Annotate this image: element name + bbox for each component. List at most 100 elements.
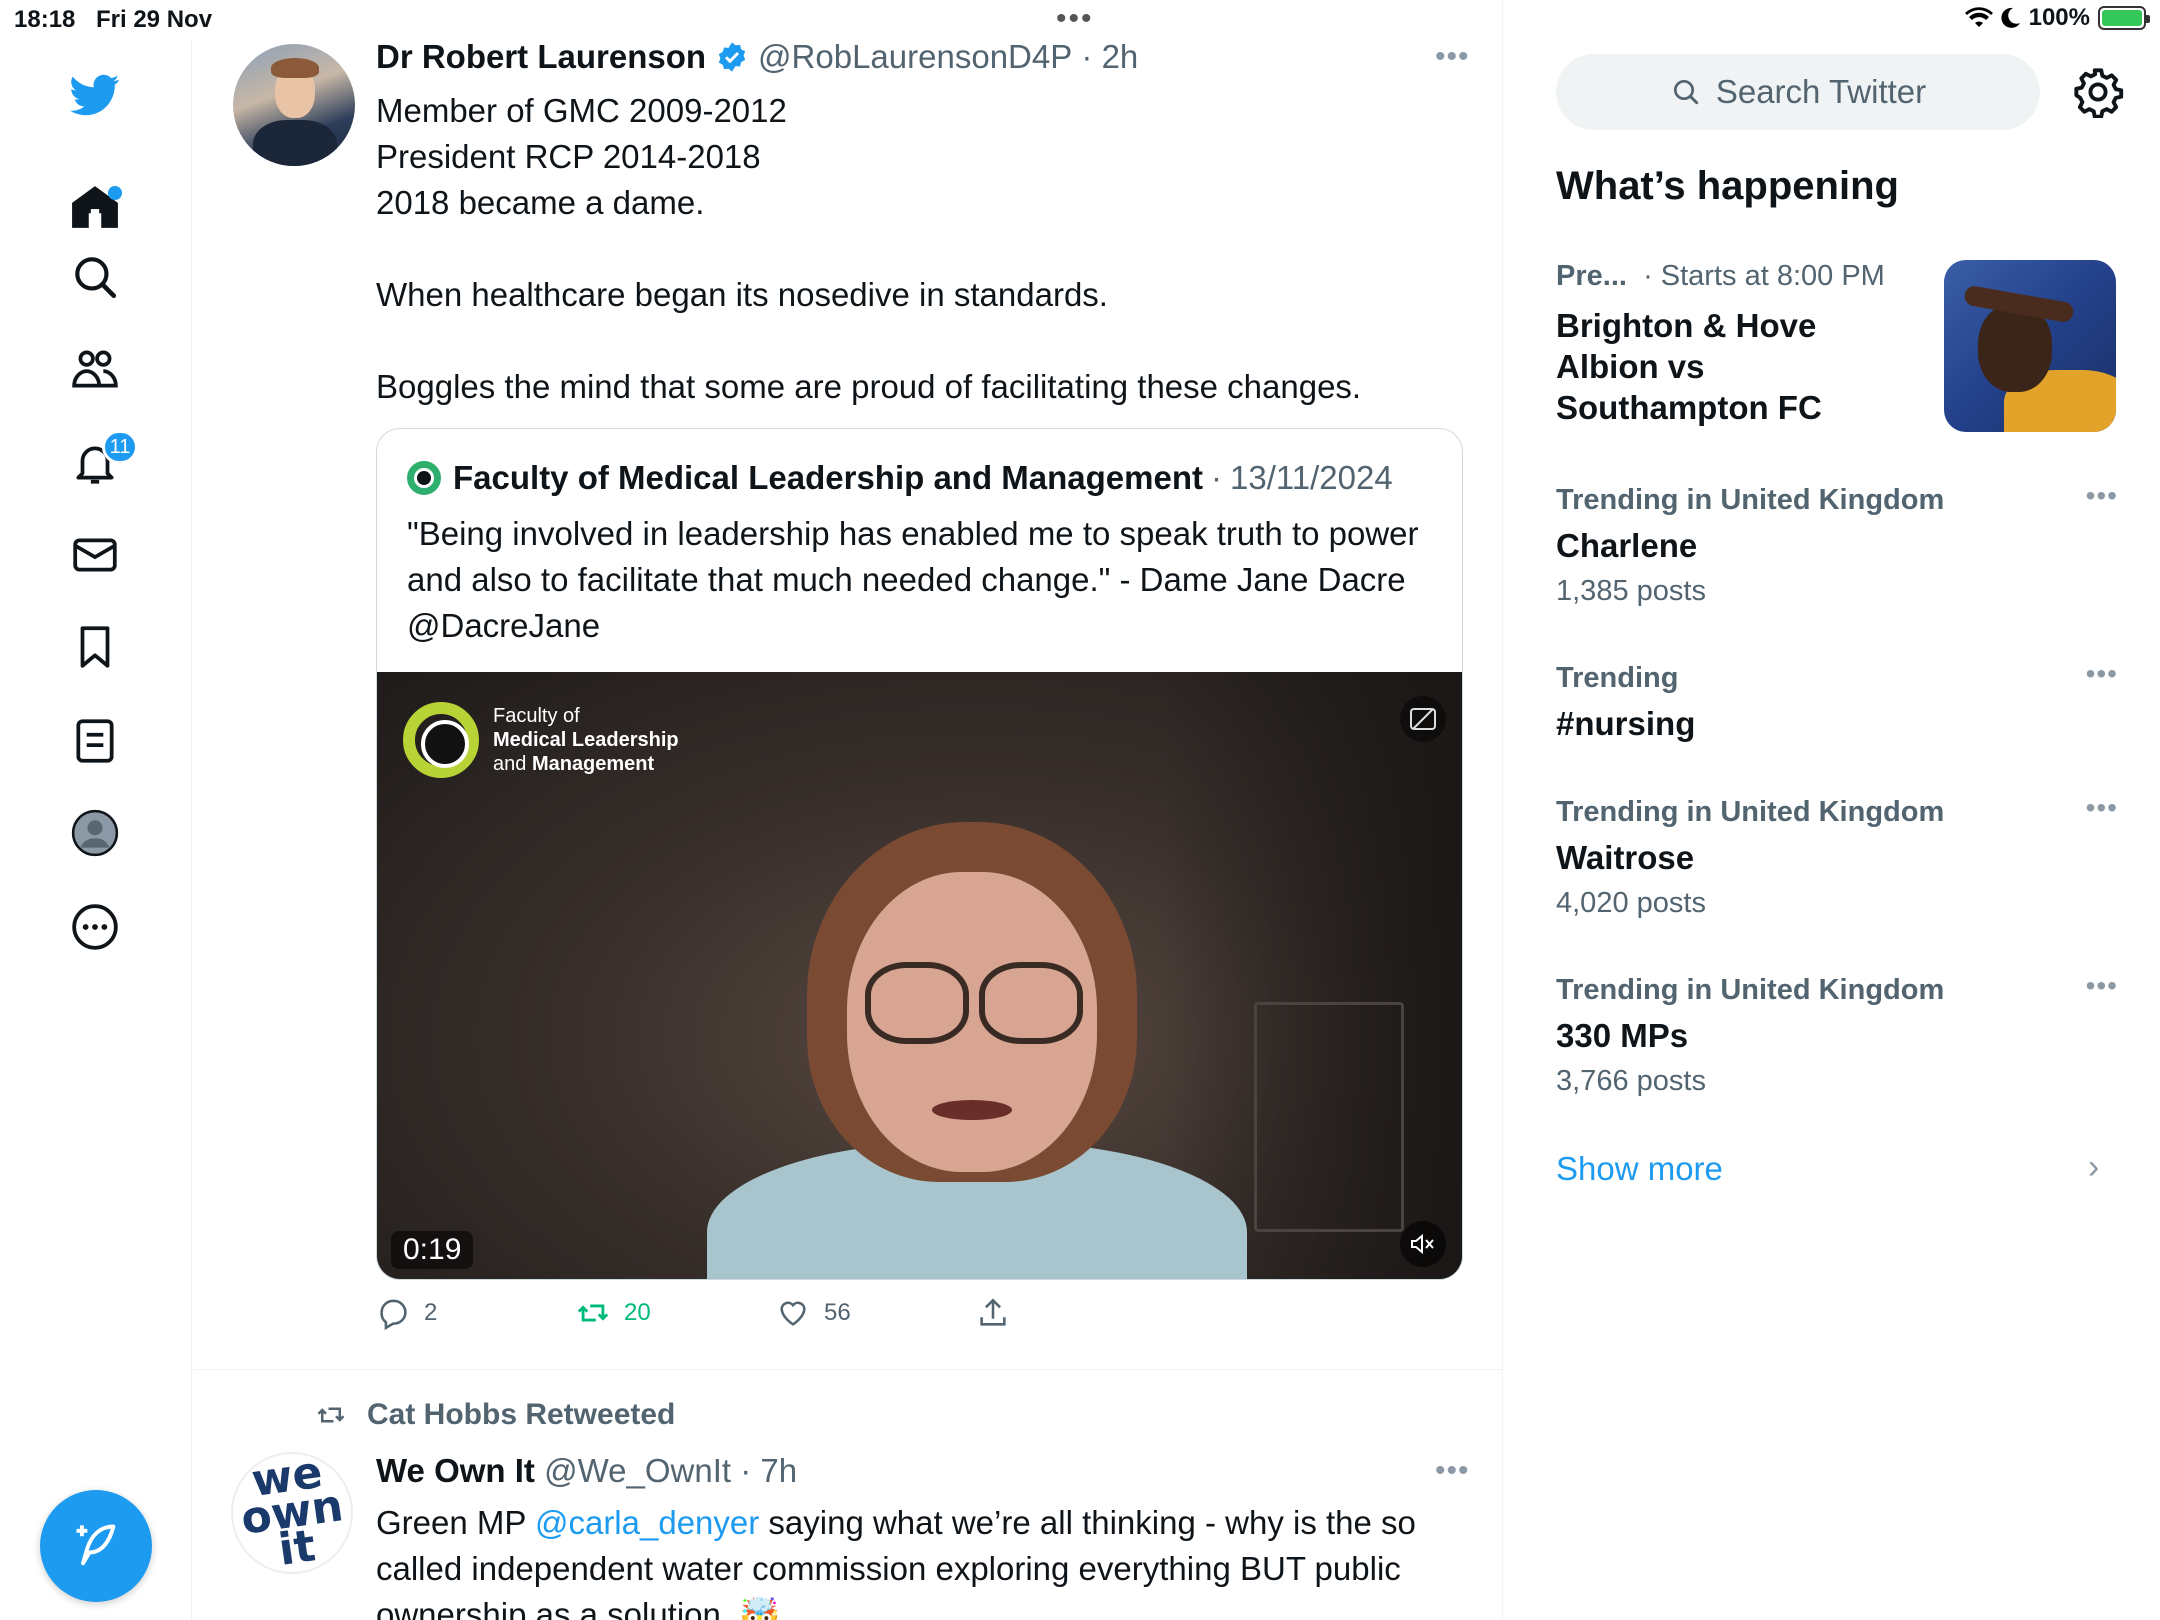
reply-icon bbox=[380, 1299, 407, 1330]
nav-explore[interactable] bbox=[60, 242, 130, 312]
watermark-line: Faculty of bbox=[493, 705, 580, 727]
quoted-tweet-header: Faculty of Medical Leadership and Manage… bbox=[407, 459, 1393, 497]
tweet-text: Member of GMC 2009-2012 President RCP 20… bbox=[376, 88, 1456, 410]
trend-count: 1,385 posts bbox=[1556, 575, 1706, 607]
trend-name: 330 MPs bbox=[1556, 1017, 1689, 1054]
trend-context: Trending bbox=[1556, 662, 1679, 694]
status-time: 18:18 bbox=[14, 6, 76, 33]
reply-count: 2 bbox=[424, 1299, 438, 1326]
trend-more-icon[interactable]: ••• bbox=[2086, 658, 2118, 690]
wifi-icon bbox=[1964, 7, 1993, 28]
tweet[interactable]: Dr Robert Laurenson @RobLaurensonD4P · 2… bbox=[193, 0, 1502, 1370]
quoted-tweet[interactable]: Faculty of Medical Leadership and Manage… bbox=[376, 428, 1463, 1280]
nav-communities[interactable] bbox=[60, 334, 130, 404]
nav-profile[interactable] bbox=[60, 798, 130, 868]
gear-icon[interactable] bbox=[2072, 66, 2124, 118]
profile-avatar-icon bbox=[71, 809, 119, 857]
retweet-button[interactable]: 20 bbox=[576, 1296, 776, 1330]
communities-icon bbox=[72, 350, 118, 388]
timeline[interactable]: Dr Robert Laurenson @RobLaurensonD4P · 2… bbox=[193, 0, 1503, 1620]
battery-percent: 100% bbox=[2028, 4, 2090, 31]
tweet-time[interactable]: 7h bbox=[760, 1452, 797, 1490]
tweet-time[interactable]: 2h bbox=[1102, 38, 1139, 76]
nav-notifications[interactable]: 11 bbox=[60, 428, 138, 498]
bookmark-icon bbox=[80, 626, 110, 668]
whats-happening-title: What’s happening bbox=[1556, 164, 1899, 208]
verified-badge-icon bbox=[718, 42, 746, 72]
nav-lists[interactable] bbox=[60, 706, 130, 776]
tweet-header: We Own It @We_OwnIt · 7h bbox=[376, 1452, 797, 1490]
tweet-more-icon[interactable]: ••• bbox=[1435, 40, 1470, 74]
sidebar-right: Search Twitter What’s happening Pre... ·… bbox=[1504, 40, 2160, 1620]
search-icon bbox=[1673, 80, 1698, 105]
trend-context: Trending in United Kingdom bbox=[1556, 484, 1945, 516]
tweet[interactable]: Cat Hobbs Retweeted we own it We Own It … bbox=[193, 1370, 1502, 1620]
fmlm-ring-icon bbox=[403, 702, 479, 778]
reply-button[interactable]: 2 bbox=[376, 1296, 576, 1330]
trend-more-icon[interactable]: ••• bbox=[2086, 480, 2118, 512]
quoted-author-avatar bbox=[407, 461, 441, 495]
home-new-dot bbox=[108, 186, 122, 200]
author-handle[interactable]: @We_OwnIt bbox=[544, 1452, 731, 1490]
author-handle[interactable]: @RobLaurensonD4P bbox=[758, 38, 1072, 76]
retweeted-by: Cat Hobbs Retweeted bbox=[313, 1398, 675, 1432]
video-watermark-logo: Faculty of Medical Leadership and Manage… bbox=[403, 702, 679, 778]
trend-item[interactable]: Trending in United Kingdom Waitrose 4,02… bbox=[1556, 792, 2117, 920]
trend-item[interactable]: Trending in United Kingdom 330 MPs 3,766… bbox=[1556, 970, 2117, 1098]
mention-link[interactable]: @carla_denyer bbox=[535, 1504, 759, 1541]
author-avatar[interactable] bbox=[233, 44, 355, 166]
nav-messages[interactable] bbox=[60, 520, 130, 590]
retweet-count: 20 bbox=[624, 1299, 651, 1326]
captions-icon[interactable] bbox=[1400, 696, 1446, 742]
trend-count: 4,020 posts bbox=[1556, 887, 1706, 919]
show-more-link[interactable]: Show more bbox=[1556, 1150, 1723, 1188]
more-circle-icon bbox=[72, 904, 118, 950]
twitter-bird-icon bbox=[70, 74, 120, 116]
separator: · bbox=[731, 1452, 761, 1489]
separator: · bbox=[1211, 459, 1222, 496]
notifications-badge: 11 bbox=[102, 430, 138, 464]
author-avatar[interactable]: we own it bbox=[231, 1452, 353, 1574]
tweet-line: When healthcare began its nosedive in st… bbox=[376, 276, 1108, 313]
live-event-thumbnail bbox=[1944, 260, 2116, 432]
trend-live-event[interactable]: Pre... · Starts at 8:00 PM Brighton & Ho… bbox=[1556, 260, 2116, 440]
quoted-text: "Being involved in leadership has enable… bbox=[407, 515, 1419, 644]
status-indicators: 100% bbox=[1964, 4, 2150, 32]
nav-bookmarks[interactable] bbox=[60, 612, 130, 682]
nav-more[interactable] bbox=[60, 892, 130, 962]
share-button[interactable] bbox=[976, 1296, 1176, 1330]
watermark-line: and Management bbox=[493, 753, 655, 775]
mute-icon[interactable] bbox=[1400, 1221, 1446, 1267]
like-count: 56 bbox=[824, 1299, 851, 1326]
author-name[interactable]: Dr Robert Laurenson bbox=[376, 38, 706, 76]
trend-name: Waitrose bbox=[1556, 839, 1695, 876]
tweet-line: 2018 became a dame. bbox=[376, 184, 705, 221]
moon-icon bbox=[2001, 7, 2020, 28]
search-icon bbox=[75, 257, 117, 299]
trend-more-icon[interactable]: ••• bbox=[2086, 792, 2118, 824]
tweet-header: Dr Robert Laurenson @RobLaurensonD4P · 2… bbox=[376, 38, 1138, 76]
quoted-date: 13/11/2024 bbox=[1230, 459, 1393, 496]
retweeted-by-label[interactable]: Cat Hobbs Retweeted bbox=[367, 1398, 675, 1432]
trend-item[interactable]: Trending #nursing ••• bbox=[1556, 658, 2117, 743]
left-navigation: 11 bbox=[0, 40, 192, 1620]
chevron-right-icon: › bbox=[2088, 1148, 2100, 1186]
lists-icon bbox=[76, 719, 114, 763]
trend-count: 3,766 posts bbox=[1556, 1065, 1706, 1097]
compose-tweet-button[interactable] bbox=[40, 1490, 152, 1602]
like-button[interactable]: 56 bbox=[776, 1296, 976, 1330]
tweet-more-icon[interactable]: ••• bbox=[1435, 1454, 1470, 1488]
trend-context: Trending in United Kingdom bbox=[1556, 974, 1945, 1006]
heart-icon bbox=[780, 1301, 806, 1326]
tweet-line: Member of GMC 2009-2012 bbox=[376, 92, 787, 129]
search-input[interactable]: Search Twitter bbox=[1556, 54, 2040, 130]
video-player[interactable]: Faculty of Medical Leadership and Manage… bbox=[377, 672, 1462, 1279]
nav-home[interactable] bbox=[60, 172, 130, 242]
twitter-logo-icon[interactable] bbox=[60, 60, 130, 130]
separator: · bbox=[1072, 38, 1102, 75]
search-placeholder: Search Twitter bbox=[1715, 73, 1927, 110]
trend-item[interactable]: Trending in United Kingdom Charlene 1,38… bbox=[1556, 480, 2117, 608]
trend-more-icon[interactable]: ••• bbox=[2086, 970, 2118, 1002]
author-name[interactable]: We Own It bbox=[376, 1452, 535, 1490]
tweet-line: President RCP 2014-2018 bbox=[376, 138, 761, 175]
